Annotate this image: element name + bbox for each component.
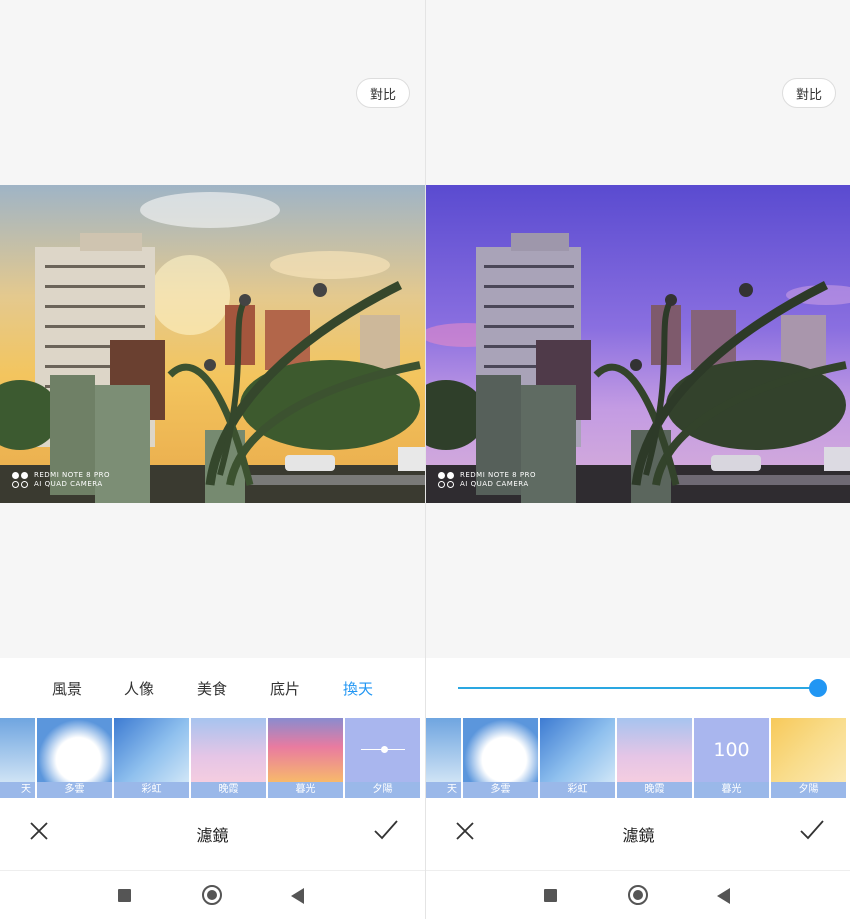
action-bar: 濾鏡: [0, 806, 425, 866]
slider-track[interactable]: [458, 687, 818, 689]
watermark-line2: AI QUAD CAMERA: [460, 480, 529, 488]
back-icon[interactable]: [291, 888, 304, 904]
slider-knob[interactable]: [809, 679, 827, 697]
filter-title: 濾鏡: [196, 826, 229, 845]
system-nav-bar: [426, 870, 850, 919]
compare-button[interactable]: 對比: [356, 78, 410, 108]
recents-icon[interactable]: [118, 889, 131, 902]
right-editor-panel: 對比 REDMI NOTE 8 PRO AI QUAD CAMERA 天 多雲 …: [426, 0, 850, 919]
tab-sky-replace[interactable]: 換天: [343, 678, 373, 699]
filter-thumb-clouds[interactable]: 多雲: [37, 718, 112, 798]
filter-thumb-sky[interactable]: 天: [0, 718, 35, 798]
filter-category-tabs: 風景 人像 美食 底片 換天: [0, 678, 425, 702]
preview-photo: [0, 185, 425, 503]
intensity-slider[interactable]: [458, 678, 828, 698]
watermark-line1: REDMI NOTE 8 PRO: [460, 471, 536, 479]
filter-thumb-twilight[interactable]: 100 暮光: [694, 718, 769, 798]
camera-logo-icon: [438, 472, 454, 488]
photo-purple-sky-scene: [426, 185, 850, 503]
filter-thumb-sunset[interactable]: 夕陽: [771, 718, 846, 798]
filter-panel: 天 多雲 彩虹 晚霞 100 暮光 夕陽 濾鏡: [426, 658, 850, 919]
filter-panel: 風景 人像 美食 底片 換天 天 多雲 彩虹 晚霞 暮光 夕陽 濾鏡: [0, 658, 425, 919]
back-icon[interactable]: [717, 888, 730, 904]
filter-thumb-evening-glow[interactable]: 晚霞: [191, 718, 266, 798]
tab-scenery[interactable]: 風景: [52, 678, 82, 699]
camera-logo-icon: [12, 472, 28, 488]
recents-icon[interactable]: [544, 889, 557, 902]
filter-thumb-evening-glow[interactable]: 晚霞: [617, 718, 692, 798]
photo-sunset-scene: [0, 185, 425, 503]
home-icon[interactable]: [202, 885, 222, 905]
home-icon[interactable]: [628, 885, 648, 905]
filter-thumb-rainbow[interactable]: 彩虹: [540, 718, 615, 798]
filter-strip: 天 多雲 彩虹 晚霞 暮光 夕陽: [0, 718, 425, 798]
preview-photo: [426, 185, 850, 503]
intensity-value: 100: [713, 739, 750, 761]
watermark-line2: AI QUAD CAMERA: [34, 480, 103, 488]
tab-food[interactable]: 美食: [197, 678, 227, 699]
watermark-line1: REDMI NOTE 8 PRO: [34, 471, 110, 479]
camera-watermark: REDMI NOTE 8 PRO AI QUAD CAMERA: [438, 471, 536, 489]
left-editor-panel: 對比 REDMI NOTE 8 PRO AI QUAD CAMERA 風景 人像…: [0, 0, 425, 919]
compare-button[interactable]: 對比: [782, 78, 836, 108]
system-nav-bar: [0, 870, 425, 919]
filter-thumb-rainbow[interactable]: 彩虹: [114, 718, 189, 798]
filter-thumb-twilight[interactable]: 暮光: [268, 718, 343, 798]
action-bar: 濾鏡: [426, 806, 850, 866]
adjust-slider-icon: [360, 745, 405, 755]
filter-thumb-sunset[interactable]: 夕陽: [345, 718, 420, 798]
tab-film[interactable]: 底片: [270, 678, 300, 699]
check-icon[interactable]: [372, 818, 400, 842]
filter-title: 濾鏡: [622, 826, 655, 845]
filter-strip: 天 多雲 彩虹 晚霞 100 暮光 夕陽: [426, 718, 850, 798]
filter-thumb-sky[interactable]: 天: [426, 718, 461, 798]
camera-watermark: REDMI NOTE 8 PRO AI QUAD CAMERA: [12, 471, 110, 489]
filter-thumb-clouds[interactable]: 多雲: [463, 718, 538, 798]
tab-portrait[interactable]: 人像: [124, 678, 154, 699]
check-icon[interactable]: [798, 818, 826, 842]
